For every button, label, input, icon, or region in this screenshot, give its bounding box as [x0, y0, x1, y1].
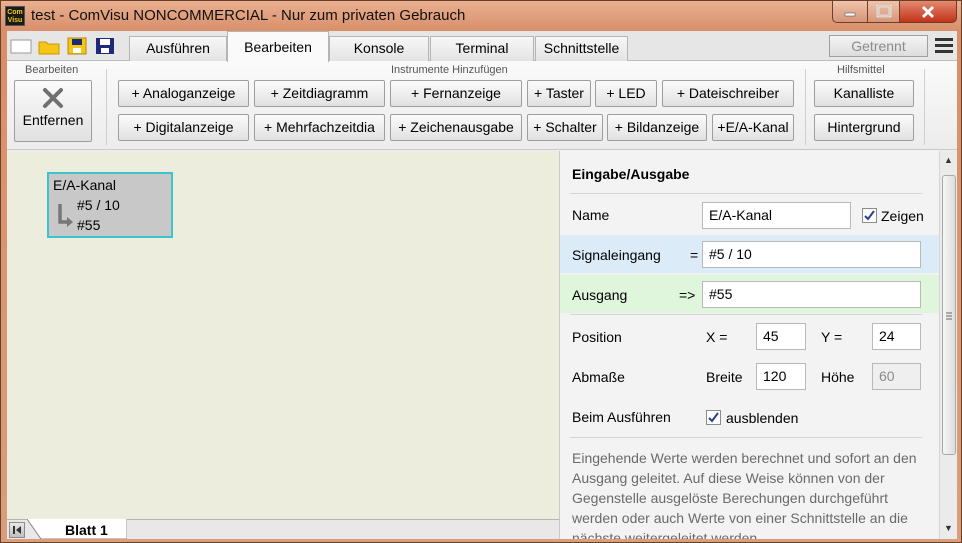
- x-label: X =: [706, 329, 728, 345]
- ribbon: Bearbeiten Entfernen Instrumente Hinzufü…: [7, 61, 957, 150]
- show-checkbox[interactable]: [862, 208, 877, 223]
- open-folder-icon[interactable]: [38, 36, 60, 56]
- add-io-channel-button[interactable]: +E/A-Kanal: [712, 114, 794, 141]
- redirect-arrow-icon: [58, 204, 73, 227]
- checkmark-icon: [708, 412, 719, 423]
- widget-title: E/A-Kanal: [53, 177, 117, 193]
- height-field: 60: [872, 363, 921, 390]
- ribbon-separator: [106, 69, 107, 145]
- close-icon: [921, 5, 935, 19]
- sheet-tab-blatt-1[interactable]: Blatt 1: [65, 522, 108, 538]
- size-label: Abmaße: [572, 369, 625, 385]
- remove-button[interactable]: Entfernen: [14, 80, 92, 142]
- app-window: Com Visu test - ComVisu NONCOMMERCIAL - …: [0, 0, 962, 543]
- tools-group-label: Hilfsmittel: [837, 64, 885, 76]
- y-label: Y =: [821, 329, 843, 345]
- channel-list-button[interactable]: Kanalliste: [814, 80, 914, 107]
- width-label: Breite: [706, 369, 743, 385]
- maximize-button[interactable]: [867, 1, 900, 23]
- add-button-button[interactable]: + Taster: [527, 80, 591, 107]
- remove-icon: [43, 88, 63, 108]
- minimize-icon: [844, 12, 856, 17]
- add-file-writer-button[interactable]: + Dateischreiber: [662, 80, 794, 107]
- output-operator: =>: [679, 287, 696, 303]
- connection-status-button[interactable]: Getrennt: [829, 35, 928, 57]
- divider: [570, 314, 922, 315]
- maximize-icon: [876, 5, 891, 18]
- widget-output: #55: [77, 217, 101, 233]
- signal-operator: =: [690, 247, 699, 263]
- ribbon-separator: [805, 69, 806, 145]
- add-analog-display-button[interactable]: + Analoganzeige: [118, 80, 249, 107]
- name-label: Name: [572, 207, 610, 223]
- save-icon[interactable]: [66, 36, 88, 56]
- tab-konsole[interactable]: Konsole: [329, 36, 429, 61]
- edit-group-label: Bearbeiten: [25, 64, 79, 76]
- save-as-icon[interactable]: [94, 36, 116, 56]
- tab-bearbeiten[interactable]: Bearbeiten: [227, 31, 329, 62]
- sheet-bar: Blatt 1: [7, 519, 559, 539]
- app-icon[interactable]: Com Visu: [5, 6, 25, 26]
- scroll-thumb[interactable]: [942, 175, 956, 455]
- minimize-button[interactable]: [832, 1, 868, 23]
- properties-panel: Eingabe/Ausgabe Name E/A-Kanal Zeigen Si…: [559, 151, 939, 539]
- tab-strip: Ausführen Bearbeiten Konsole Terminal Sc…: [7, 31, 957, 62]
- hide-label: ausblenden: [726, 410, 799, 426]
- title-bar[interactable]: Com Visu test - ComVisu NONCOMMERCIAL - …: [1, 1, 961, 31]
- tab-ausfuehren[interactable]: Ausführen: [129, 36, 227, 61]
- height-label: Höhe: [821, 369, 855, 385]
- description-text: Eingehende Werte werden berechnet und so…: [572, 450, 917, 539]
- add-remote-display-button[interactable]: + Fernanzeige: [390, 80, 522, 107]
- position-label: Position: [572, 329, 622, 345]
- client-area: Ausführen Bearbeiten Konsole Terminal Sc…: [7, 31, 957, 539]
- window-title: test - ComVisu NONCOMMERCIAL - Nur zum p…: [31, 7, 466, 24]
- io-channel-widget[interactable]: E/A-Kanal #5 / 10 #55: [47, 172, 173, 238]
- instruments-group-label: Instrumente Hinzufügen: [391, 64, 508, 76]
- grip-icon: [946, 312, 952, 320]
- panel-heading: Eingabe/Ausgabe: [572, 166, 690, 182]
- add-digital-display-button[interactable]: + Digitalanzeige: [118, 114, 249, 141]
- remove-label: Entfernen: [22, 112, 84, 128]
- divider: [570, 437, 922, 438]
- design-canvas[interactable]: E/A-Kanal #5 / 10 #55: [7, 151, 559, 519]
- close-button[interactable]: [899, 1, 957, 23]
- first-sheet-button[interactable]: [9, 522, 25, 538]
- divider: [570, 193, 922, 194]
- output-label: Ausgang: [572, 287, 628, 303]
- background-button[interactable]: Hintergrund: [814, 114, 914, 141]
- signal-row: Signaleingang = #5 / 10: [560, 235, 939, 273]
- scroll-down-icon[interactable]: ▼: [944, 523, 953, 533]
- new-file-icon[interactable]: [10, 36, 32, 56]
- add-switch-button[interactable]: + Schalter: [527, 114, 603, 141]
- add-led-button[interactable]: + LED: [595, 80, 657, 107]
- tab-terminal[interactable]: Terminal: [430, 36, 534, 61]
- add-time-diagram-button[interactable]: + Zeitdiagramm: [254, 80, 385, 107]
- output-field[interactable]: #55: [702, 281, 921, 308]
- panel-scrollbar[interactable]: ▲ ▼: [939, 151, 957, 539]
- run-label: Beim Ausführen: [572, 409, 671, 425]
- signal-input-field[interactable]: #5 / 10: [702, 241, 921, 268]
- menu-icon[interactable]: [935, 38, 953, 54]
- add-multi-time-diagram-button[interactable]: + Mehrfachzeitdia: [254, 114, 385, 141]
- widget-input: #5 / 10: [77, 197, 120, 213]
- scroll-up-icon[interactable]: ▲: [944, 155, 953, 165]
- output-row: Ausgang => #55: [560, 275, 939, 313]
- first-page-icon: [13, 526, 21, 534]
- hide-checkbox[interactable]: [706, 410, 721, 425]
- checkmark-icon: [864, 210, 875, 221]
- name-field[interactable]: E/A-Kanal: [702, 202, 851, 229]
- add-image-display-button[interactable]: + Bildanzeige: [607, 114, 707, 141]
- tab-schnittstelle[interactable]: Schnittstelle: [535, 36, 628, 61]
- ribbon-separator: [924, 69, 925, 145]
- add-character-output-button[interactable]: + Zeichenausgabe: [390, 114, 522, 141]
- signal-label: Signaleingang: [572, 247, 661, 263]
- y-field[interactable]: 24: [872, 323, 921, 350]
- show-label: Zeigen: [881, 208, 924, 224]
- width-field[interactable]: 120: [756, 363, 806, 390]
- x-field[interactable]: 45: [756, 323, 806, 350]
